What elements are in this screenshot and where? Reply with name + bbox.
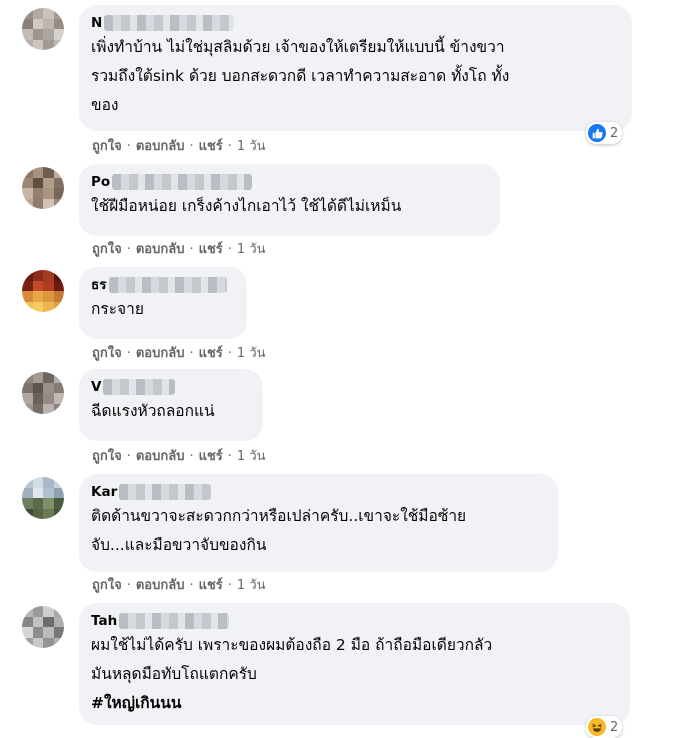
commenter-name[interactable]: Kar	[91, 482, 546, 502]
comment-actions: ถูกใจ · ตอบกลับ · แชร์ · 1 วัน	[92, 449, 266, 464]
reply-link[interactable]: ตอบกลับ	[136, 578, 185, 593]
like-link[interactable]: ถูกใจ	[92, 578, 122, 593]
avatar[interactable]	[22, 8, 64, 50]
reply-link[interactable]: ตอบกลับ	[136, 346, 185, 361]
comment-text: เพิ่งทำบ้าน ไม่ใช่มุสลิมด้วย เจ้าของให้เ…	[91, 38, 505, 56]
comment-bubble: N เพิ่งทำบ้าน ไม่ใช่มุสลิมด้วย เจ้าของให…	[79, 5, 632, 131]
timestamp[interactable]: 1 วัน	[237, 139, 266, 154]
reaction-count: 2	[610, 719, 619, 735]
like-icon	[588, 124, 606, 142]
like-link[interactable]: ถูกใจ	[92, 139, 122, 154]
hashtag-link[interactable]: #ใหญ่เกินนน	[91, 689, 618, 718]
reaction-summary[interactable]: 2	[586, 716, 623, 738]
timestamp[interactable]: 1 วัน	[237, 346, 266, 361]
comment-bubble: V ฉีดแรงหัวถลอกแน่	[79, 369, 263, 441]
comment-actions: ถูกใจ · ตอบกลับ · แชร์ · 1 วัน	[92, 346, 266, 361]
avatar[interactable]	[22, 372, 64, 414]
comment-bubble: Kar ติดด้านขวาจะสะดวกกว่าหรือเปล่าครับ..…	[79, 474, 558, 572]
share-link[interactable]: แชร์	[199, 346, 223, 361]
comment-bubble: Po ใช้ฝีมือหน่อย เกร็งค้างไกเอาไว้ ใช้ได…	[79, 164, 500, 236]
reply-link[interactable]: ตอบกลับ	[136, 242, 185, 257]
comment-text: จับ...และมือขวาจับของกิน	[91, 536, 267, 554]
commenter-name[interactable]: Po	[91, 172, 488, 192]
comment-text: ติดด้านขวาจะสะดวกกว่าหรือเปล่าครับ..เขาจ…	[91, 507, 467, 525]
share-link[interactable]: แชร์	[199, 139, 223, 154]
avatar[interactable]	[22, 477, 64, 519]
commenter-name[interactable]: V	[91, 377, 251, 397]
timestamp[interactable]: 1 วัน	[237, 449, 266, 464]
like-link[interactable]: ถูกใจ	[92, 346, 122, 361]
comment-text: ของ	[91, 96, 119, 114]
comment-text: มันหลุดมือทับโถแตกครับ	[91, 665, 257, 683]
comment-text: ใช้ฝีมือหน่อย เกร็งค้างไกเอาไว้ ใช้ได้ดี…	[91, 197, 402, 215]
reply-link[interactable]: ตอบกลับ	[136, 139, 185, 154]
comment-text: กระจาย	[91, 300, 144, 318]
avatar[interactable]	[22, 167, 64, 209]
comment-bubble: Tah ผมใช้ไม่ได้ครับ เพราะของผมต้องถือ 2 …	[79, 603, 630, 725]
comment-actions: ถูกใจ · ตอบกลับ · แชร์ · 1 วัน	[92, 578, 266, 593]
share-link[interactable]: แชร์	[199, 242, 223, 257]
timestamp[interactable]: 1 วัน	[237, 242, 266, 257]
comment-text: รวมถึงใต้sink ด้วย บอกสะดวกดี เวลาทำความ…	[91, 67, 510, 85]
comment-bubble: ธร กระจาย	[79, 267, 247, 339]
comment-text: ผมใช้ไม่ได้ครับ เพราะของผมต้องถือ 2 มือ …	[91, 636, 493, 654]
reaction-summary[interactable]: 2	[586, 122, 623, 144]
avatar[interactable]	[22, 270, 64, 312]
like-link[interactable]: ถูกใจ	[92, 242, 122, 257]
timestamp[interactable]: 1 วัน	[237, 578, 266, 593]
reply-link[interactable]: ตอบกลับ	[136, 449, 185, 464]
share-link[interactable]: แชร์	[199, 578, 223, 593]
commenter-name[interactable]: Tah	[91, 611, 618, 631]
commenter-name[interactable]: N	[91, 13, 620, 33]
comment-actions: ถูกใจ · ตอบกลับ · แชร์ · 1 วัน	[92, 139, 266, 154]
avatar[interactable]	[22, 606, 64, 648]
comment-actions: ถูกใจ · ตอบกลับ · แชร์ · 1 วัน	[92, 242, 266, 257]
commenter-name[interactable]: ธร	[91, 275, 235, 295]
reaction-count: 2	[610, 125, 619, 141]
share-link[interactable]: แชร์	[199, 449, 223, 464]
like-link[interactable]: ถูกใจ	[92, 449, 122, 464]
comment-text: ฉีดแรงหัวถลอกแน่	[91, 402, 215, 420]
haha-icon	[588, 718, 606, 736]
